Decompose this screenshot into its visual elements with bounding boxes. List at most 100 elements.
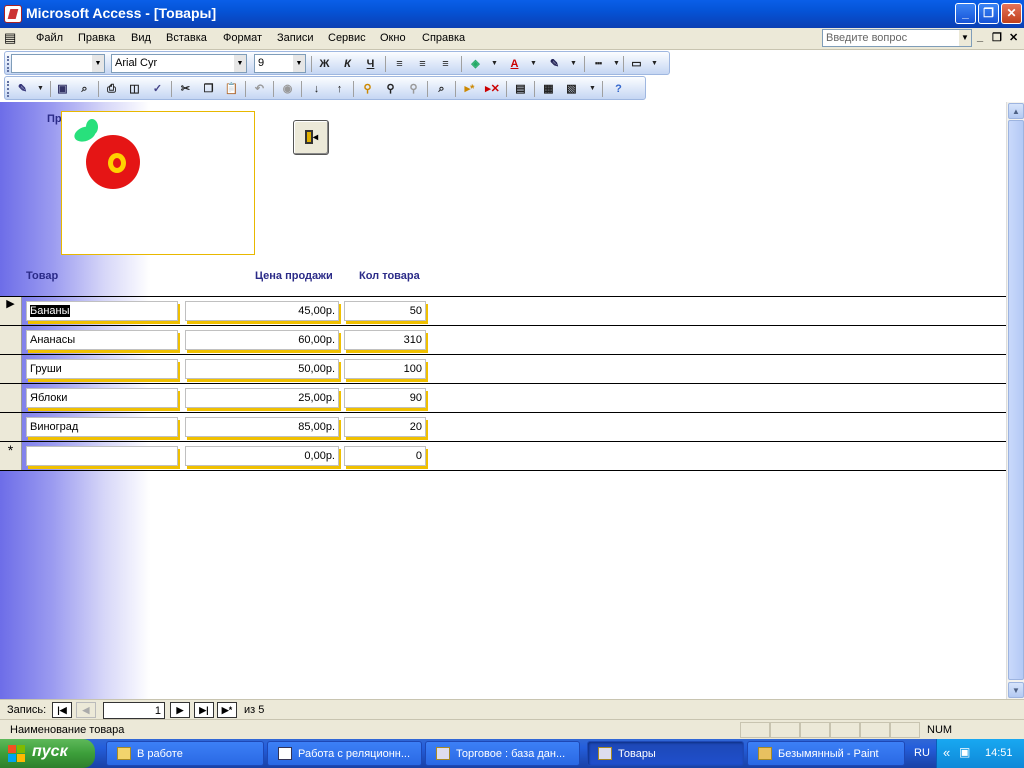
- spelling-icon[interactable]: ✓: [148, 80, 167, 98]
- chevron-down-icon[interactable]: ▼: [524, 55, 543, 73]
- chevron-down-icon[interactable]: ▼: [645, 55, 664, 73]
- start-button[interactable]: пуск: [0, 739, 95, 768]
- chevron-down-icon[interactable]: ▼: [92, 55, 104, 72]
- price-field[interactable]: 85,00р.: [185, 417, 339, 437]
- chevron-down-icon[interactable]: ▼: [959, 30, 971, 46]
- qty-field[interactable]: 0: [344, 446, 426, 466]
- record-selector[interactable]: [0, 355, 22, 383]
- menu-file[interactable]: Файл: [36, 32, 63, 44]
- price-field[interactable]: 60,00р.: [185, 330, 339, 350]
- help-question-input[interactable]: Введите вопрос ▼: [822, 29, 972, 47]
- qty-field[interactable]: 20: [344, 417, 426, 437]
- save-icon[interactable]: ▣: [53, 80, 72, 98]
- help-icon[interactable]: ?: [609, 80, 628, 98]
- new-object-icon[interactable]: ▧: [562, 80, 581, 98]
- product-field[interactable]: Груши: [26, 359, 178, 379]
- object-combo[interactable]: ▼: [11, 54, 105, 73]
- next-record-button[interactable]: ▶: [170, 702, 190, 718]
- toolbar-grip[interactable]: [7, 56, 10, 72]
- line-color-icon[interactable]: ✎: [545, 55, 564, 73]
- toolbar-grip[interactable]: [7, 81, 10, 97]
- underline-button[interactable]: Ч: [361, 55, 380, 73]
- chevron-down-icon[interactable]: ▼: [564, 55, 583, 73]
- price-field[interactable]: 45,00р.: [185, 301, 339, 321]
- sort-descending-icon[interactable]: ↑: [330, 80, 349, 98]
- chevron-down-icon[interactable]: ▼: [485, 55, 504, 73]
- exit-form-button[interactable]: ◂: [293, 120, 329, 155]
- filter-by-form-icon[interactable]: ⚲: [381, 80, 400, 98]
- task-word[interactable]: Работа с реляционн...: [267, 741, 422, 766]
- menu-view[interactable]: Вид: [131, 32, 151, 44]
- paste-icon[interactable]: 📋: [222, 80, 241, 98]
- bold-button[interactable]: Ж: [315, 55, 334, 73]
- align-left-icon[interactable]: ≡: [390, 55, 409, 73]
- menu-edit[interactable]: Правка: [78, 32, 115, 44]
- chevron-down-icon[interactable]: ▼: [234, 55, 246, 72]
- align-right-icon[interactable]: ≡: [436, 55, 455, 73]
- apply-filter-icon[interactable]: ⚲: [404, 80, 423, 98]
- font-color-icon[interactable]: A: [505, 55, 524, 73]
- product-field[interactable]: Яблоки: [26, 388, 178, 408]
- record-selector-new[interactable]: *: [0, 442, 22, 470]
- menu-records[interactable]: Записи: [277, 32, 314, 44]
- qty-field[interactable]: 100: [344, 359, 426, 379]
- find-icon[interactable]: ⌕: [432, 80, 451, 98]
- document-icon[interactable]: ▤: [4, 30, 16, 46]
- product-field[interactable]: Виноград: [26, 417, 178, 437]
- scroll-down-icon[interactable]: ▼: [1008, 682, 1024, 698]
- copy-icon[interactable]: ❐: [199, 80, 218, 98]
- menu-insert[interactable]: Вставка: [166, 32, 207, 44]
- menu-format[interactable]: Формат: [223, 32, 262, 44]
- price-field[interactable]: 0,00р.: [185, 446, 339, 466]
- last-record-button[interactable]: ▶|: [194, 702, 214, 718]
- print-icon[interactable]: ⎙: [102, 80, 121, 98]
- task-database[interactable]: Торговое : база дан...: [425, 741, 580, 766]
- task-paint[interactable]: Безымянный - Paint: [747, 741, 905, 766]
- mdi-restore-button[interactable]: ❐: [992, 31, 1002, 44]
- previous-record-button[interactable]: ◀: [76, 702, 96, 718]
- view-icon[interactable]: ✎: [13, 80, 32, 98]
- filter-by-selection-icon[interactable]: ⚲: [358, 80, 377, 98]
- cut-icon[interactable]: ✂: [176, 80, 195, 98]
- record-selector[interactable]: [0, 326, 22, 354]
- special-effect-icon[interactable]: ▭: [627, 55, 646, 73]
- qty-field[interactable]: 90: [344, 388, 426, 408]
- font-size-combo[interactable]: 9 ▼: [254, 54, 306, 73]
- close-button[interactable]: ✕: [1001, 3, 1022, 24]
- fill-color-icon[interactable]: ◈: [466, 55, 485, 73]
- access-app-icon[interactable]: [4, 5, 22, 23]
- maximize-button[interactable]: ❐: [978, 3, 999, 24]
- menu-window[interactable]: Окно: [380, 32, 406, 44]
- print-preview-icon[interactable]: ◫: [125, 80, 144, 98]
- product-field[interactable]: Ананасы: [26, 330, 178, 350]
- insert-hyperlink-icon[interactable]: ◉: [278, 80, 297, 98]
- menu-tools[interactable]: Сервис: [328, 32, 366, 44]
- product-picture-frame[interactable]: [61, 111, 255, 255]
- minimize-button[interactable]: _: [955, 3, 976, 24]
- record-number-input[interactable]: [103, 702, 165, 719]
- product-field[interactable]: Бананы: [26, 301, 178, 321]
- record-selector[interactable]: [0, 413, 22, 441]
- product-field[interactable]: [26, 446, 178, 466]
- first-record-button[interactable]: |◀: [52, 702, 72, 718]
- record-selector[interactable]: [0, 384, 22, 412]
- chevron-down-icon[interactable]: ▼: [583, 80, 602, 98]
- clock[interactable]: 14:51: [985, 747, 1013, 759]
- italic-button[interactable]: К: [338, 55, 357, 73]
- sort-ascending-icon[interactable]: ↓: [307, 80, 326, 98]
- language-indicator[interactable]: RU: [914, 747, 930, 759]
- network-icon[interactable]: ▣: [959, 745, 970, 759]
- task-folder[interactable]: В работе: [106, 741, 264, 766]
- record-selector-current[interactable]: ▶: [0, 297, 22, 325]
- file-search-icon[interactable]: ⌕: [75, 80, 94, 98]
- price-field[interactable]: 50,00р.: [185, 359, 339, 379]
- price-field[interactable]: 25,00р.: [185, 388, 339, 408]
- new-record-icon[interactable]: ▸*: [460, 80, 479, 98]
- align-center-icon[interactable]: ≡: [413, 55, 432, 73]
- new-record-button[interactable]: ▶*: [217, 702, 237, 718]
- database-window-icon[interactable]: ▦: [539, 80, 558, 98]
- vertical-scrollbar[interactable]: ▲ ▼: [1006, 102, 1024, 699]
- undo-icon[interactable]: ↶: [250, 80, 269, 98]
- delete-record-icon[interactable]: ▸✕: [483, 80, 502, 98]
- font-name-combo[interactable]: Arial Cyr ▼: [111, 54, 247, 73]
